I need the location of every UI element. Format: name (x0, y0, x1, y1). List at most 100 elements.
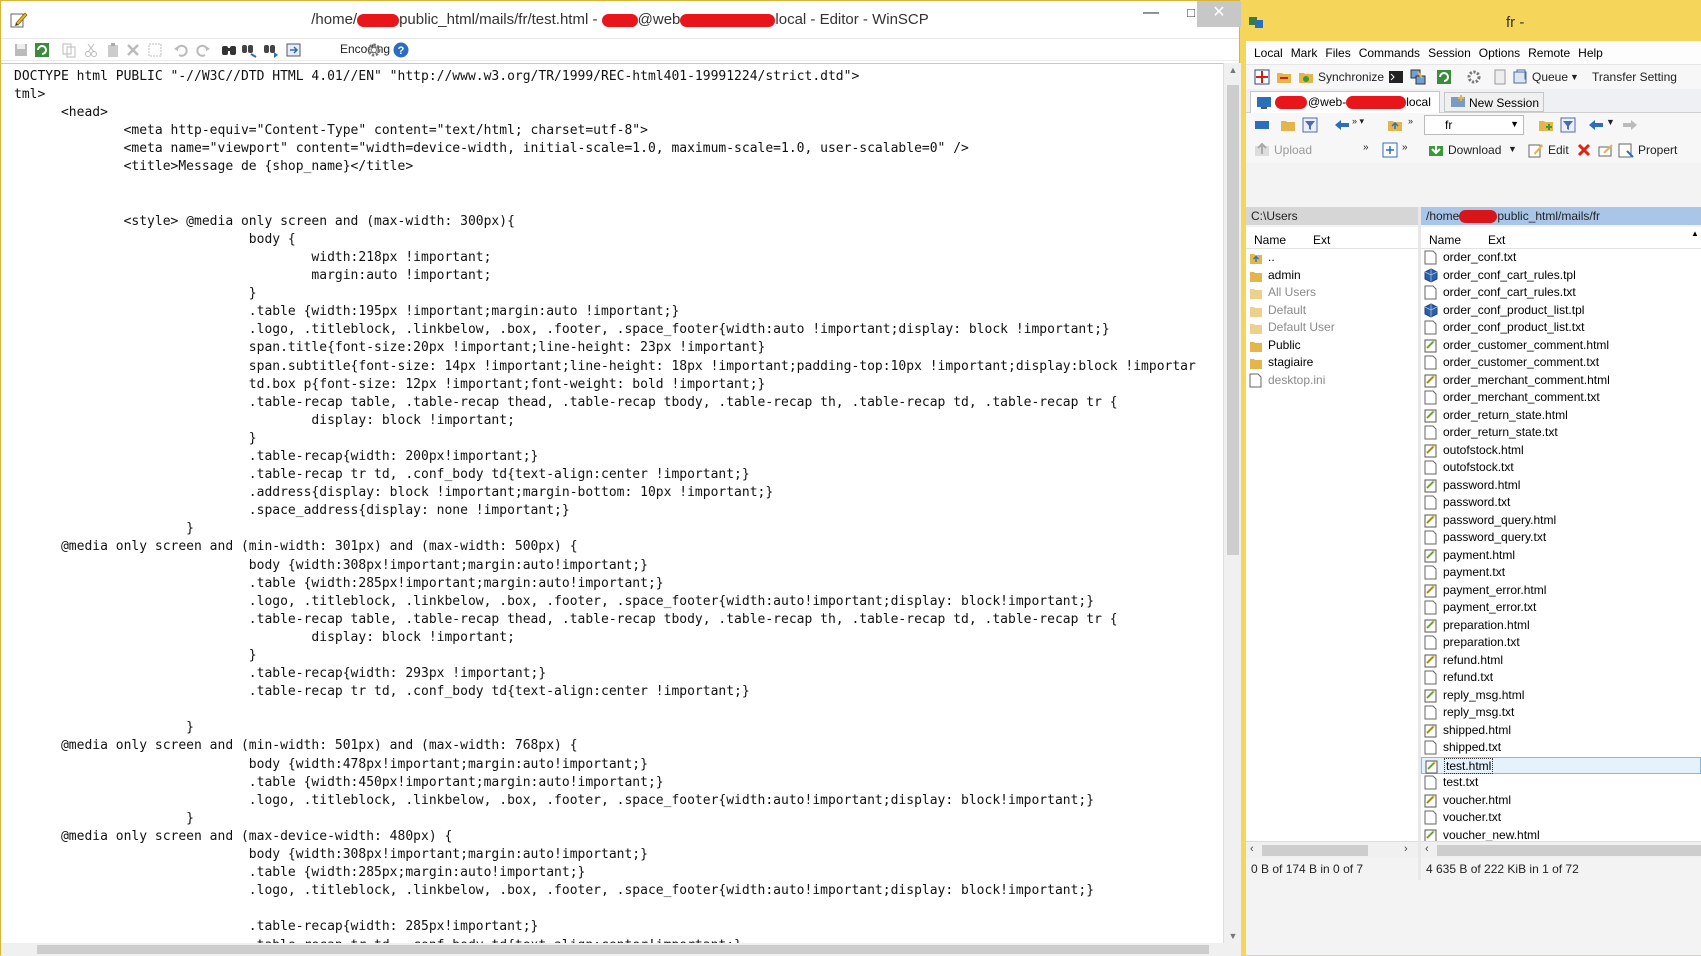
back-arrow-icon[interactable] (1334, 117, 1350, 133)
folder-row[interactable]: admin (1246, 267, 1418, 285)
file-row[interactable]: voucher_new.html (1421, 827, 1701, 841)
file-row[interactable]: password.html (1421, 477, 1701, 495)
code-line[interactable]: } (14, 648, 257, 663)
file-row[interactable]: payment.html (1421, 547, 1701, 565)
menu-help[interactable]: Help (1578, 46, 1603, 60)
code-line[interactable]: .table-recap{width: 200px!important;} (14, 449, 539, 464)
folder-sync-icon[interactable] (1276, 69, 1292, 85)
file-row[interactable]: order_conf_product_list.tpl (1421, 302, 1701, 320)
code-line[interactable]: body {width:308px!important;margin:auto!… (14, 847, 648, 862)
file-row[interactable]: order_conf_product_list.txt (1421, 319, 1701, 337)
local-compare-icon[interactable] (1254, 69, 1270, 85)
refresh-icon[interactable] (1436, 69, 1452, 85)
forward-arrow-icon[interactable] (1622, 117, 1638, 133)
more-chevron-icon[interactable]: » (1363, 142, 1369, 153)
code-line[interactable]: body {width:478px!important;margin:auto!… (14, 757, 648, 772)
file-row[interactable]: preparation.html (1421, 617, 1701, 635)
chevron-down-icon[interactable]: ▼ (1606, 117, 1615, 127)
new-session-tab[interactable]: New Session (1444, 92, 1544, 112)
putty-icon[interactable] (1410, 69, 1426, 85)
ext-column-header[interactable]: Ext (1488, 233, 1505, 247)
folder-row[interactable]: Default (1246, 302, 1418, 320)
code-line[interactable]: body {width:308px!important;margin:auto!… (14, 558, 648, 573)
code-line[interactable]: tml> (14, 87, 45, 102)
more-chevron-icon[interactable]: » ▾ (1352, 116, 1364, 127)
properties-button[interactable]: Propert (1638, 143, 1677, 157)
transfer-settings-button[interactable]: Transfer Setting (1592, 70, 1677, 84)
session-tab[interactable]: @web-local (1250, 91, 1440, 113)
rename-icon[interactable] (1598, 142, 1614, 158)
code-line[interactable]: span.subtitle{font-size: 14px !important… (14, 359, 1196, 374)
code-line[interactable]: span.title{font-size:20px !important;lin… (14, 340, 766, 355)
file-row[interactable]: order_customer_comment.html (1421, 337, 1701, 355)
code-line[interactable]: } (14, 521, 194, 536)
local-path-bar[interactable]: C:\Users (1246, 207, 1418, 225)
scroll-left-arrow-icon[interactable]: ‹ (1250, 843, 1254, 855)
scroll-left-arrow-icon[interactable]: ‹ (1425, 843, 1429, 855)
file-row[interactable]: preparation.txt (1421, 634, 1701, 652)
code-text[interactable]: DOCTYPE html PUBLIC "-//W3C//DTD HTML 4.… (1, 64, 1223, 943)
code-line[interactable]: display: block !important; (14, 630, 515, 645)
file-row[interactable]: test.html (1421, 756, 1701, 774)
name-column-header[interactable]: Name (1429, 233, 1461, 247)
scroll-right-arrow-icon[interactable]: › (1404, 843, 1408, 855)
menu-local[interactable]: Local (1254, 46, 1283, 60)
delete-icon[interactable] (125, 42, 141, 58)
folder-row[interactable]: Public (1246, 337, 1418, 355)
file-row[interactable]: order_return_state.html (1421, 407, 1701, 425)
code-line[interactable]: } (14, 286, 257, 301)
file-row[interactable]: reply_msg.txt (1421, 704, 1701, 722)
code-line[interactable]: <title>Message de {shop_name}</title> (14, 159, 414, 174)
parent-folder-icon[interactable] (1387, 117, 1403, 133)
code-line[interactable]: } (14, 811, 194, 826)
file-row[interactable]: order_conf.txt (1421, 249, 1701, 267)
file-row[interactable]: payment.txt (1421, 564, 1701, 582)
code-line[interactable]: DOCTYPE html PUBLIC "-//W3C//DTD HTML 4.… (14, 69, 859, 84)
menu-options[interactable]: Options (1479, 46, 1520, 60)
file-row[interactable]: outofstock.html (1421, 442, 1701, 460)
help-icon[interactable]: ? (393, 42, 409, 58)
goto-line-icon[interactable] (285, 42, 301, 58)
local-drive-icon[interactable] (1254, 117, 1270, 133)
copy-icon[interactable] (61, 42, 77, 58)
scrollbar-thumb[interactable] (37, 945, 1209, 954)
file-row[interactable]: test.txt (1421, 774, 1701, 792)
cut-icon[interactable] (83, 42, 99, 58)
code-line[interactable]: .table {width:285px;margin:auto!importan… (14, 865, 586, 880)
code-line[interactable]: width:218px !important; (14, 250, 491, 265)
code-line[interactable]: .table-recap{width: 293px !important;} (14, 666, 546, 681)
file-row[interactable]: shipped.html (1421, 722, 1701, 740)
more-chevron-icon[interactable]: » (1408, 116, 1413, 126)
code-line[interactable]: .logo, .titleblock, .linkbelow, .box, .f… (14, 594, 1094, 609)
folder-row[interactable]: .. (1246, 249, 1418, 267)
scrollbar-thumb[interactable] (1262, 845, 1368, 856)
folder-row[interactable]: stagiaire (1246, 354, 1418, 372)
find-next-icon[interactable] (263, 42, 279, 58)
edit-button[interactable]: Edit (1548, 143, 1569, 157)
remote-horizontal-scrollbar[interactable]: ‹ (1421, 841, 1701, 858)
file-row[interactable]: order_return_state.txt (1421, 424, 1701, 442)
menu-mark[interactable]: Mark (1291, 46, 1318, 60)
new-file-icon[interactable] (1382, 142, 1398, 158)
save-icon[interactable] (13, 42, 29, 58)
file-row[interactable]: reply_msg.html (1421, 687, 1701, 705)
code-line[interactable]: @media only screen and (max-device-width… (14, 829, 452, 844)
redo-icon[interactable] (195, 42, 211, 58)
file-row[interactable]: payment_error.txt (1421, 599, 1701, 617)
remote-dir-dropdown[interactable]: fr ▼ (1424, 115, 1524, 135)
file-row[interactable]: shipped.txt (1421, 739, 1701, 757)
code-line[interactable]: } (14, 431, 257, 446)
filter-icon[interactable] (1560, 117, 1576, 133)
menu-remote[interactable]: Remote (1528, 46, 1570, 60)
code-line[interactable]: .space_address{display: none !important;… (14, 503, 570, 518)
close-button[interactable]: ✕ (1197, 1, 1241, 27)
code-line[interactable]: .table {width:195px !important;margin:au… (14, 304, 679, 319)
code-line[interactable]: <meta http-equiv="Content-Type" content=… (14, 123, 648, 138)
code-line[interactable]: .logo, .titleblock, .linkbelow, .box, .f… (14, 883, 1094, 898)
file-row[interactable]: voucher.txt (1421, 809, 1701, 827)
local-horizontal-scrollbar[interactable]: ‹ › (1246, 841, 1418, 858)
horizontal-scrollbar[interactable] (1, 943, 1241, 956)
undo-icon[interactable] (173, 42, 189, 58)
scroll-up-arrow-icon[interactable]: ▲ (1224, 65, 1242, 75)
code-line[interactable]: .table-recap{width: 285px!important;} (14, 919, 539, 934)
